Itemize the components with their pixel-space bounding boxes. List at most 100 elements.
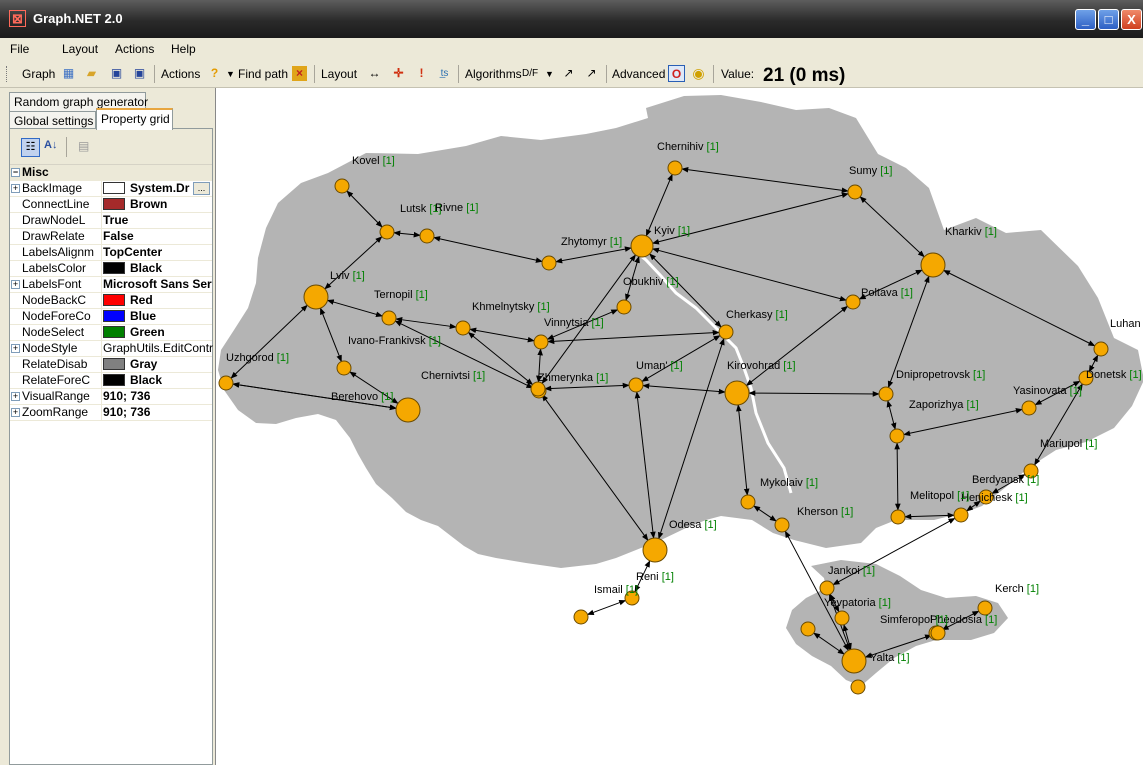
property-value[interactable]: Blue — [103, 309, 213, 324]
toolbar-grip[interactable] — [6, 66, 9, 82]
graph-node[interactable] — [920, 252, 946, 278]
property-row[interactable]: + LabelsFont Microsoft Sans Ser — [10, 277, 212, 293]
help-question-icon[interactable]: ? — [206, 65, 223, 82]
graph-node[interactable] — [455, 320, 471, 336]
graph-node[interactable] — [819, 580, 835, 596]
graph-node[interactable] — [395, 397, 421, 423]
graph-node[interactable] — [218, 375, 234, 391]
save-as-icon[interactable]: ▣ — [131, 65, 148, 82]
graph-node[interactable] — [850, 679, 866, 695]
horizontal-arrows-icon[interactable]: ↔ — [366, 65, 383, 82]
property-value[interactable]: TopCenter — [103, 245, 213, 260]
graph-node[interactable] — [718, 324, 734, 340]
graph-node[interactable] — [381, 310, 397, 326]
expand-icon[interactable]: + — [11, 392, 20, 401]
minimize-button[interactable]: _ — [1075, 9, 1096, 30]
property-row[interactable]: + ZoomRange 910; 736 — [10, 405, 212, 421]
algorithms-dropdown-icon[interactable]: ▼ — [545, 69, 554, 79]
graph-node[interactable] — [628, 377, 644, 393]
graph-node[interactable] — [334, 178, 350, 194]
property-row[interactable]: LabelsColor Black — [10, 261, 212, 277]
df-algorithm-button[interactable]: D/F — [522, 68, 538, 79]
graph-canvas[interactable]: Chernihiv [1] Sumy [1] Kovel [1] Lutsk [1] R… — [215, 88, 1143, 765]
property-value[interactable]: Red — [103, 293, 213, 308]
open-folder-icon[interactable]: ▰ — [83, 65, 100, 82]
graph-node[interactable] — [889, 428, 905, 444]
property-row[interactable]: RelateDisab Gray — [10, 357, 212, 373]
property-value[interactable]: Gray — [103, 357, 213, 372]
dijkstra-icon[interactable]: ↗ — [583, 65, 600, 82]
property-row[interactable]: ConnectLine Brown — [10, 197, 212, 213]
find-path-button[interactable]: Find path — [238, 67, 288, 81]
shortest-path-icon[interactable]: ↗ — [560, 65, 577, 82]
category-misc[interactable]: − Misc — [10, 165, 212, 181]
advanced-option-icon[interactable]: O — [668, 65, 685, 82]
graph-node[interactable] — [303, 284, 329, 310]
property-row[interactable]: NodeForeCo Blue — [10, 309, 212, 325]
save-icon[interactable]: ▣ — [108, 65, 125, 82]
browse-ellipsis-button[interactable]: ... — [193, 182, 210, 195]
graph-node[interactable] — [878, 386, 894, 402]
graph-node[interactable] — [541, 255, 557, 271]
timer-icon[interactable]: ◉ — [690, 65, 707, 82]
graph-node[interactable] — [630, 234, 654, 258]
menu-layout[interactable]: Layout — [62, 42, 98, 56]
tab-property-grid[interactable]: Property grid — [96, 108, 173, 130]
property-row[interactable]: + VisualRange 910; 736 — [10, 389, 212, 405]
graph-node[interactable] — [530, 381, 546, 397]
menu-actions[interactable]: Actions — [115, 42, 154, 56]
property-row[interactable]: DrawRelate False — [10, 229, 212, 245]
expand-icon[interactable]: + — [11, 344, 20, 353]
property-row[interactable]: +NodeStyle GraphUtils.EditControl. — [10, 341, 213, 357]
property-pages-icon[interactable]: ▤ — [78, 139, 89, 153]
property-row[interactable]: + BackImage System.Dr... — [10, 181, 212, 197]
property-value[interactable]: GraphUtils.EditControl. — [103, 341, 213, 356]
property-row[interactable]: NodeBackC Red — [10, 293, 212, 309]
graph-node[interactable] — [336, 360, 352, 376]
property-row[interactable]: RelateForeC Black — [10, 373, 212, 389]
graph-node[interactable] — [533, 334, 549, 350]
graph-node[interactable] — [740, 494, 756, 510]
graph-node[interactable] — [845, 294, 861, 310]
graph-node[interactable] — [724, 380, 750, 406]
property-value[interactable]: 910; 736 — [103, 405, 213, 420]
maximize-button[interactable]: □ — [1098, 9, 1119, 30]
menu-file[interactable]: File — [10, 42, 29, 56]
graph-node[interactable] — [774, 517, 790, 533]
categorized-icon[interactable]: ☷ — [21, 138, 40, 157]
property-value[interactable]: Green — [103, 325, 213, 340]
graph-node[interactable] — [834, 610, 850, 626]
graph-node[interactable] — [841, 648, 867, 674]
graph-node[interactable] — [616, 299, 632, 315]
new-graph-icon[interactable]: ▦ — [60, 65, 77, 82]
expand-icon[interactable]: + — [11, 280, 20, 289]
graph-node[interactable] — [847, 184, 863, 200]
property-value[interactable]: Microsoft Sans Ser — [103, 277, 213, 292]
graph-node[interactable] — [953, 507, 969, 523]
center-layout-icon[interactable]: ✛ — [390, 65, 407, 82]
expand-icon[interactable]: + — [11, 184, 20, 193]
graph-node[interactable] — [800, 621, 816, 637]
clear-path-icon[interactable]: × — [292, 66, 307, 81]
property-value[interactable]: Brown — [103, 197, 213, 212]
graph-node[interactable] — [419, 228, 435, 244]
graph-node[interactable] — [642, 537, 668, 563]
actions-dropdown-icon[interactable]: ▼ — [226, 69, 235, 79]
alphabetical-icon[interactable]: A↓ — [44, 139, 57, 151]
graph-edge[interactable] — [586, 599, 627, 616]
property-row[interactable]: LabelsAlignm TopCenter — [10, 245, 212, 261]
tree-layout-icon[interactable]: t̲s — [436, 65, 453, 82]
collapse-icon[interactable]: − — [11, 168, 20, 177]
property-value[interactable]: True — [103, 213, 213, 228]
menu-help[interactable]: Help — [171, 42, 196, 56]
graph-node[interactable] — [573, 609, 589, 625]
graph-node[interactable] — [1021, 400, 1037, 416]
graph-node[interactable] — [977, 600, 993, 616]
graph-node[interactable] — [930, 625, 946, 641]
graph-node[interactable] — [379, 224, 395, 240]
graph-node[interactable] — [667, 160, 683, 176]
property-value[interactable]: Black — [103, 261, 213, 276]
property-value[interactable]: 910; 736 — [103, 389, 213, 404]
spring-layout-icon[interactable]: ! — [413, 65, 430, 82]
expand-icon[interactable]: + — [11, 408, 20, 417]
